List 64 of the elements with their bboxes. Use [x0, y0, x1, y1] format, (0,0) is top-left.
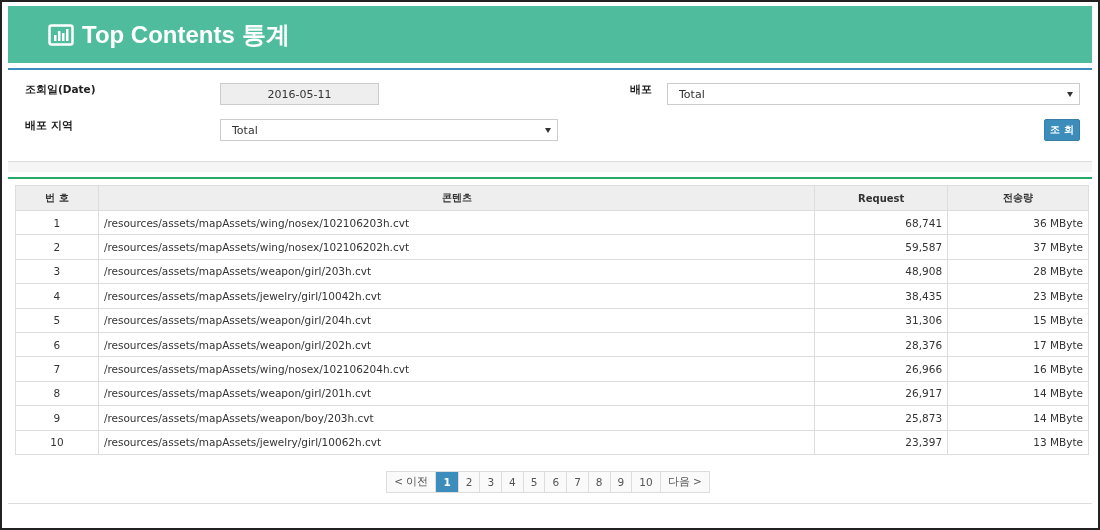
table-cell: 23 MByte: [947, 283, 1089, 309]
table-cell: /resources/assets/mapAssets/wing/nosex/102106203h.cvt: [98, 210, 815, 235]
table-cell: 26,966: [814, 356, 948, 382]
table-cell: 37 MByte: [947, 234, 1089, 260]
column-header: 번 호: [15, 185, 99, 211]
column-header: Request: [814, 185, 948, 211]
page-button[interactable]: 3: [479, 470, 503, 493]
column-header: 콘텐츠: [98, 185, 815, 211]
region-select[interactable]: Total: [220, 119, 558, 141]
table-cell: 25,873: [814, 405, 948, 430]
distribution-label: 배포: [630, 83, 653, 97]
caret-icon: [545, 127, 551, 133]
region-label: 배포 지역: [25, 119, 74, 133]
table-cell: 15 MByte: [947, 308, 1089, 333]
search-button[interactable]: 조 회: [1044, 119, 1080, 141]
column-header: 전송량: [947, 185, 1089, 211]
table-cell: /resources/assets/mapAssets/weapon/boy/203h.cvt: [98, 405, 815, 430]
page-button[interactable]: 4: [501, 470, 524, 493]
table-cell: 23,397: [814, 430, 948, 455]
table-cell: 9: [15, 405, 99, 430]
page-button[interactable]: 7: [566, 470, 589, 493]
table-cell: /resources/assets/mapAssets/weapon/girl/204h.cvt: [98, 308, 815, 333]
caret-icon: [1067, 91, 1073, 97]
table-cell: 26,917: [814, 381, 948, 406]
table-cell: 14 MByte: [947, 381, 1089, 406]
table-cell: 5: [15, 308, 99, 333]
page-title: Top Contents 통계: [82, 19, 290, 50]
table-cell: 38,435: [814, 283, 948, 309]
page-button[interactable]: 10: [631, 470, 661, 493]
table-cell: 8: [15, 381, 99, 406]
table-cell: 17 MByte: [947, 332, 1089, 357]
table-cell: /resources/assets/mapAssets/jewelry/girl/10042h.cvt: [98, 283, 815, 309]
table-cell: 14 MByte: [947, 405, 1089, 430]
table-cell: 1: [15, 210, 99, 235]
date-field[interactable]: 2016-05-11: [220, 83, 379, 105]
table-cell: /resources/assets/mapAssets/wing/nosex/102106204h.cvt: [98, 356, 815, 382]
distribution-select[interactable]: Total: [667, 83, 1080, 105]
next-page-button[interactable]: 다음 >: [659, 470, 710, 493]
table-cell: 28,376: [814, 332, 948, 357]
page-button[interactable]: 1: [435, 470, 459, 493]
bar-chart-icon: [48, 23, 74, 46]
table-cell: 13 MByte: [947, 430, 1089, 455]
table-cell: 6: [15, 332, 99, 357]
table-cell: 2: [15, 234, 99, 260]
table-cell: 3: [15, 259, 99, 284]
table-cell: /resources/assets/mapAssets/weapon/girl/201h.cvt: [98, 381, 815, 406]
table-cell: 48,908: [814, 259, 948, 284]
table-cell: 68,741: [814, 210, 948, 235]
table-cell: 16 MByte: [947, 356, 1089, 382]
table-cell: 10: [15, 430, 99, 455]
date-label: 조회일(Date): [25, 83, 97, 97]
table-cell: 7: [15, 356, 99, 382]
table-cell: /resources/assets/mapAssets/jewelry/girl/10062h.cvt: [98, 430, 815, 455]
table-cell: /resources/assets/mapAssets/weapon/girl/202h.cvt: [98, 332, 815, 357]
table-cell: /resources/assets/mapAssets/wing/nosex/102106202h.cvt: [98, 234, 815, 260]
table-cell: 4: [15, 283, 99, 309]
table-cell: 31,306: [814, 308, 948, 333]
table-cell: 36 MByte: [947, 210, 1089, 235]
page-button[interactable]: 8: [587, 470, 611, 493]
table-cell: 28 MByte: [947, 259, 1089, 284]
table-cell: 59,587: [814, 234, 948, 260]
prev-page-button[interactable]: < 이전: [386, 470, 437, 493]
table-cell: /resources/assets/mapAssets/weapon/girl/203h.cvt: [98, 259, 815, 284]
page-button[interactable]: 6: [544, 470, 568, 493]
